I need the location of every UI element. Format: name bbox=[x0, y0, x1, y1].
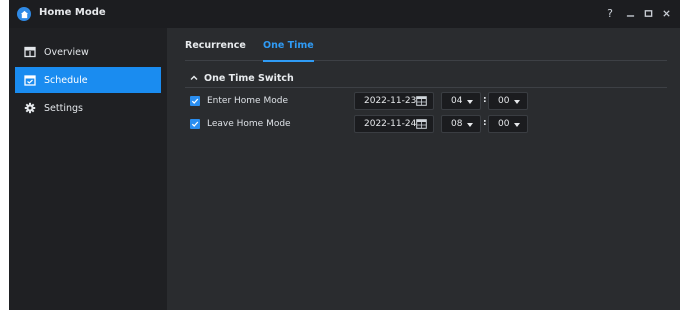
gear-icon bbox=[24, 102, 36, 114]
sidebar-item-settings[interactable]: Settings bbox=[15, 95, 161, 121]
minute-value: 00 bbox=[498, 119, 510, 129]
tab-recurrence[interactable]: Recurrence bbox=[185, 40, 246, 60]
window-title: Home Mode bbox=[39, 7, 106, 18]
hour-value: 08 bbox=[451, 119, 463, 129]
row-label: Enter Home Mode bbox=[207, 96, 288, 106]
dropdown-arrow-icon bbox=[514, 123, 520, 127]
schedule-row-leave: Leave Home Mode 2022-11-24 08 : 00 bbox=[167, 115, 680, 135]
sidebar-item-schedule[interactable]: Schedule bbox=[15, 67, 161, 93]
schedule-row-enter: Enter Home Mode 2022-11-23 04 : 00 bbox=[167, 92, 680, 112]
section-header-one-time-switch[interactable]: One Time Switch bbox=[185, 69, 667, 88]
leave-home-mode-checkbox[interactable] bbox=[190, 119, 200, 129]
tab-one-time[interactable]: One Time bbox=[263, 40, 314, 62]
app-window: Home Mode ? Overview Schedule Settings R… bbox=[9, 0, 680, 310]
overview-icon bbox=[24, 46, 36, 58]
title-bar: Home Mode ? bbox=[9, 0, 680, 28]
dropdown-arrow-icon bbox=[467, 123, 473, 127]
date-value: 2022-11-23 bbox=[364, 96, 417, 106]
hour-select[interactable]: 04 bbox=[441, 92, 481, 110]
enter-home-mode-checkbox[interactable] bbox=[190, 96, 200, 106]
time-separator: : bbox=[483, 118, 487, 128]
date-picker[interactable]: 2022-11-23 bbox=[354, 92, 434, 110]
time-separator: : bbox=[483, 95, 487, 105]
help-icon[interactable]: ? bbox=[602, 5, 618, 21]
sidebar-item-label: Settings bbox=[44, 102, 83, 114]
minute-select[interactable]: 00 bbox=[488, 92, 528, 110]
sidebar-item-overview[interactable]: Overview bbox=[15, 39, 161, 65]
dropdown-arrow-icon bbox=[467, 100, 473, 104]
date-value: 2022-11-24 bbox=[364, 119, 417, 129]
minute-value: 00 bbox=[498, 96, 510, 106]
home-mode-logo-icon bbox=[17, 7, 31, 21]
sidebar-item-label: Overview bbox=[44, 46, 89, 58]
close-icon[interactable] bbox=[658, 5, 674, 21]
minimize-icon[interactable] bbox=[622, 5, 638, 21]
section-title: One Time Switch bbox=[204, 72, 294, 84]
hour-value: 04 bbox=[451, 96, 463, 106]
date-picker[interactable]: 2022-11-24 bbox=[354, 115, 434, 133]
dropdown-arrow-icon bbox=[514, 100, 520, 104]
chevron-up-icon[interactable] bbox=[189, 73, 199, 83]
calendar-check-icon bbox=[24, 74, 36, 86]
hour-select[interactable]: 08 bbox=[441, 115, 481, 133]
sidebar-item-label: Schedule bbox=[44, 74, 88, 86]
calendar-icon[interactable] bbox=[416, 96, 427, 106]
sidebar: Overview Schedule Settings bbox=[9, 28, 167, 310]
row-label: Leave Home Mode bbox=[207, 119, 291, 129]
maximize-icon[interactable] bbox=[640, 5, 656, 21]
tab-bar: Recurrence One Time bbox=[185, 36, 667, 62]
minute-select[interactable]: 00 bbox=[488, 115, 528, 133]
main-content: Recurrence One Time One Time Switch Ente… bbox=[167, 28, 680, 310]
calendar-icon[interactable] bbox=[416, 119, 427, 129]
